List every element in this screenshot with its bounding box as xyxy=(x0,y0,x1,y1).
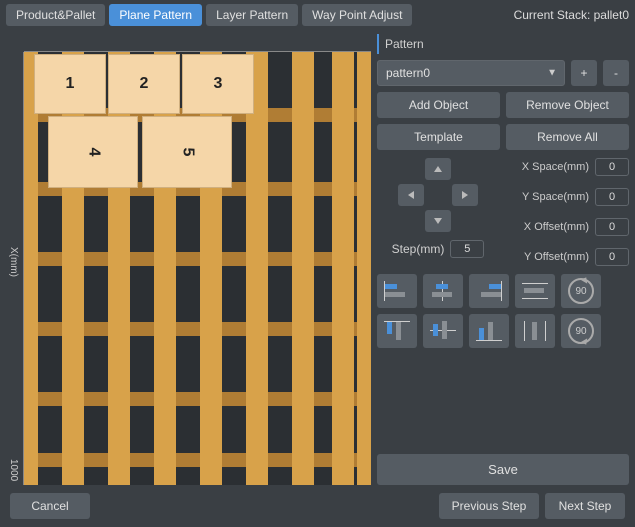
yoffset-input[interactable] xyxy=(595,248,629,266)
distribute-v-button[interactable] xyxy=(515,314,555,348)
remove-all-button[interactable]: Remove All xyxy=(506,124,629,150)
tab-plane-pattern[interactable]: Plane Pattern xyxy=(109,4,202,26)
move-down-button[interactable] xyxy=(425,210,451,232)
move-up-button[interactable] xyxy=(425,158,451,180)
xspace-input[interactable] xyxy=(595,158,629,176)
move-right-button[interactable] xyxy=(452,184,478,206)
current-stack-label: Current Stack: pallet0 xyxy=(514,8,629,22)
product-box-3[interactable]: 3 xyxy=(182,54,254,114)
x-axis-ruler: X(mm) 1000 xyxy=(6,52,24,485)
pattern-select[interactable]: pattern0 xyxy=(377,60,565,86)
pattern-add-button[interactable]: + xyxy=(571,60,597,86)
align-top-button[interactable] xyxy=(377,314,417,348)
align-left-button[interactable] xyxy=(377,274,417,308)
rotate-ccw-button[interactable]: 90 xyxy=(561,314,601,348)
previous-step-button[interactable]: Previous Step xyxy=(439,493,539,519)
product-box-2[interactable]: 2 xyxy=(108,54,180,114)
product-box-1[interactable]: 1 xyxy=(34,54,106,114)
yspace-input[interactable] xyxy=(595,188,629,206)
tab-product-pallet[interactable]: Product&Pallet xyxy=(6,4,105,26)
rotate-cw-icon: 90 xyxy=(568,278,594,304)
rotate-cw-button[interactable]: 90 xyxy=(561,274,601,308)
align-vcenter-button[interactable] xyxy=(423,314,463,348)
product-box-4[interactable]: 4 xyxy=(48,116,138,188)
template-button[interactable]: Template xyxy=(377,124,500,150)
move-left-button[interactable] xyxy=(398,184,424,206)
save-button[interactable]: Save xyxy=(377,454,629,485)
xoffset-input[interactable] xyxy=(595,218,629,236)
distribute-h-button[interactable] xyxy=(515,274,555,308)
pattern-remove-button[interactable]: - xyxy=(603,60,629,86)
cancel-button[interactable]: Cancel xyxy=(10,493,90,519)
align-right-button[interactable] xyxy=(469,274,509,308)
xoffset-label: X Offset(mm) xyxy=(524,221,589,233)
remove-object-button[interactable]: Remove Object xyxy=(506,92,629,118)
pallet-canvas[interactable]: 12345 xyxy=(24,52,371,485)
next-step-button[interactable]: Next Step xyxy=(545,493,625,519)
step-input[interactable] xyxy=(450,240,484,258)
tab-waypoint-adjust[interactable]: Way Point Adjust xyxy=(302,4,412,26)
add-object-button[interactable]: Add Object xyxy=(377,92,500,118)
align-hcenter-button[interactable] xyxy=(423,274,463,308)
product-box-5[interactable]: 5 xyxy=(142,116,232,188)
yoffset-label: Y Offset(mm) xyxy=(524,251,589,263)
rotate-ccw-icon: 90 xyxy=(568,318,594,344)
tab-layer-pattern[interactable]: Layer Pattern xyxy=(206,4,298,26)
pattern-section-header: Pattern xyxy=(377,34,629,54)
xspace-label: X Space(mm) xyxy=(522,161,589,173)
align-bottom-button[interactable] xyxy=(469,314,509,348)
step-label: Step(mm) xyxy=(392,242,445,256)
yspace-label: Y Space(mm) xyxy=(522,191,589,203)
